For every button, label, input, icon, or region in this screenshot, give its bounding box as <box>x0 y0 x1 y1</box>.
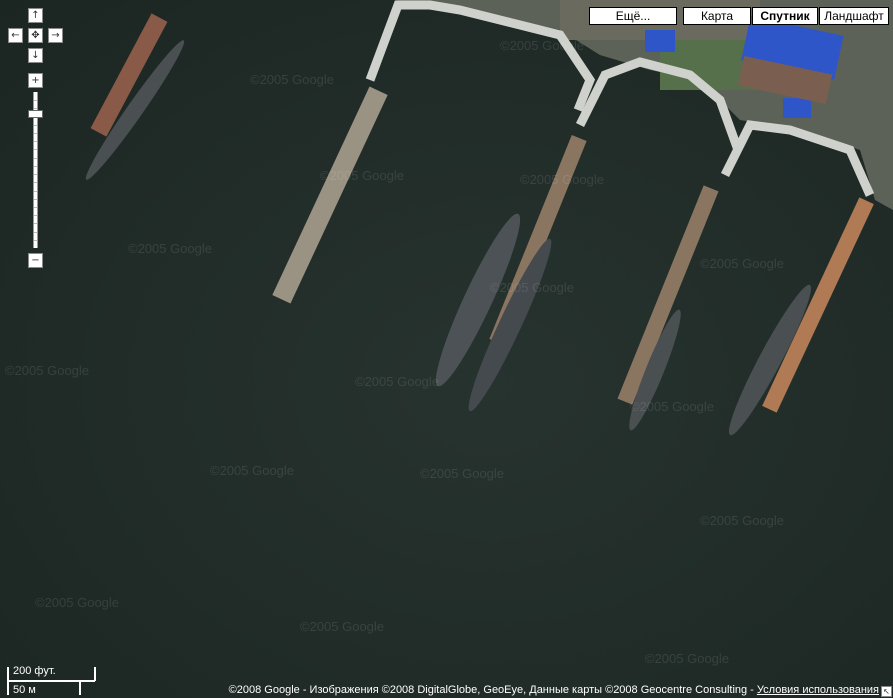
zoom-slider-tick <box>34 215 37 217</box>
zoom-slider-tick <box>34 198 37 200</box>
blue-roof-building-third <box>783 98 811 118</box>
copyright-attribution: ©2008 Google - Изображения ©2008 Digital… <box>228 684 757 696</box>
corner-arrow-icon[interactable]: ↖ <box>881 686 892 697</box>
copyright-text: ©2008 Google - Изображения ©2008 Digital… <box>229 684 879 696</box>
zoom-slider-tick <box>34 223 37 225</box>
pan-center-button[interactable]: ✥ <box>28 28 43 43</box>
zoom-slider-tick <box>34 100 37 102</box>
zoom-slider-tick <box>34 133 37 135</box>
scale-imperial-label: 200 фут. <box>13 665 56 677</box>
satellite-map[interactable]: ©2005 Google ©2005 Google ©2005 Google ©… <box>0 0 893 698</box>
pier-4 <box>762 197 874 413</box>
zoom-slider-tick <box>34 157 37 159</box>
zoom-slider-tick <box>34 231 37 233</box>
zoom-slider-tick <box>34 165 37 167</box>
zoom-slider-thumb[interactable] <box>28 109 43 118</box>
scale-metric-label: 50 м <box>13 684 36 696</box>
map-type-satellite-button[interactable]: Спутник <box>752 7 818 25</box>
map-type-terrain-button[interactable]: Ландшафт <box>819 7 889 25</box>
pier-3 <box>617 185 719 405</box>
map-type-map-button[interactable]: Карта <box>683 7 751 25</box>
zoom-slider-tick <box>34 190 37 192</box>
pier-1 <box>272 86 388 304</box>
zoom-slider-tick <box>34 141 37 143</box>
zoom-slider-tick <box>34 124 37 126</box>
submarine-5 <box>728 284 812 436</box>
blue-roof-building-small <box>645 30 675 52</box>
terms-of-use-link[interactable]: Условия использования <box>757 684 879 696</box>
zoom-slider-tick <box>34 149 37 151</box>
zoom-slider-tick <box>34 239 37 241</box>
satellite-imagery <box>85 0 893 436</box>
zoom-slider-tick <box>34 206 37 208</box>
more-button[interactable]: Ещё... <box>589 7 677 25</box>
pan-left-button[interactable]: ← <box>8 28 23 43</box>
zoom-in-button[interactable]: + <box>28 73 43 88</box>
zoom-slider-tick <box>34 182 37 184</box>
pan-right-button[interactable]: → <box>48 28 63 43</box>
pan-down-button[interactable]: ↓ <box>28 48 43 63</box>
zoom-out-button[interactable]: − <box>28 253 43 268</box>
zoom-slider-tick <box>34 174 37 176</box>
pan-up-button[interactable]: ↑ <box>28 8 43 23</box>
